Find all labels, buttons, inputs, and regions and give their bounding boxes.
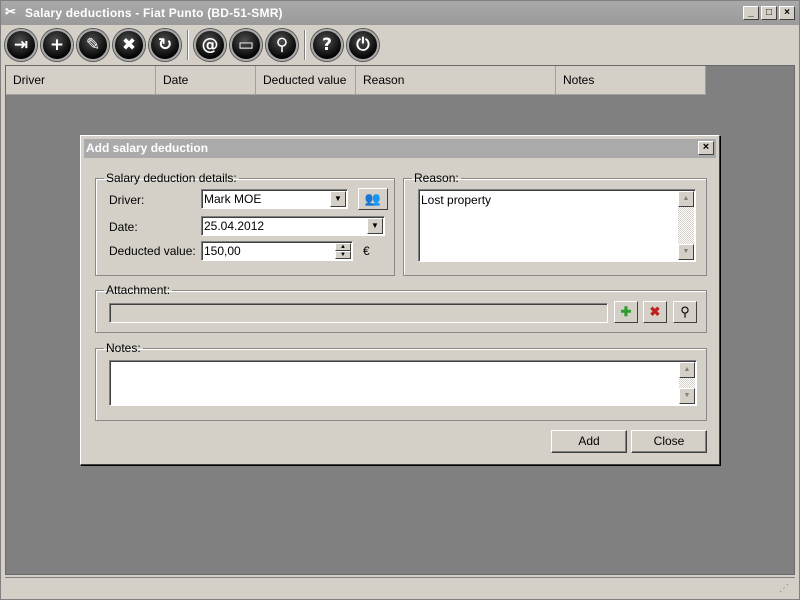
currency-label: € xyxy=(363,244,370,258)
attachment-field xyxy=(109,303,608,323)
window-title: Salary deductions - Fiat Punto (BD-51-SM… xyxy=(25,6,283,20)
question-icon: ? xyxy=(322,35,332,55)
x-icon: ✖ xyxy=(121,35,137,55)
title-bar[interactable]: ✂ Salary deductions - Fiat Punto (BD-51-… xyxy=(1,1,799,25)
add-attachment-button[interactable]: ✚ xyxy=(614,301,638,323)
exit-button[interactable]: ⇥ xyxy=(5,29,37,61)
remove-attachment-button[interactable]: ✖ xyxy=(643,301,667,323)
scroll-down-icon[interactable]: ▼ xyxy=(679,388,695,404)
resize-grip-icon[interactable]: ⋰ xyxy=(779,583,791,595)
toolbar-separator xyxy=(304,30,306,60)
minimize-button[interactable]: _ xyxy=(743,6,759,20)
plus-icon: + xyxy=(49,35,65,55)
close-button[interactable]: × xyxy=(779,6,795,20)
exit-door-icon: ⇥ xyxy=(13,35,29,55)
grid-header: Driver Date Deducted value Reason Notes xyxy=(6,66,706,95)
column-deducted-value[interactable]: Deducted value xyxy=(256,66,356,95)
power-button[interactable]: ⏻ xyxy=(347,29,379,61)
date-picker[interactable]: 25.04.2012 ▼ xyxy=(201,216,385,236)
toolbar: ⇥ + ✎ ✖ ↻ @ ▭ ⚲ ? ⏻ xyxy=(5,27,795,63)
reason-legend: Reason: xyxy=(414,171,459,185)
details-legend: Salary deduction details: xyxy=(106,171,237,185)
refresh-icon: ↻ xyxy=(157,35,173,55)
dialog-title: Add salary deduction xyxy=(86,141,209,155)
scroll-up-icon[interactable]: ▲ xyxy=(678,191,694,207)
printer-icon: ▭ xyxy=(237,35,255,55)
search-button[interactable]: ⚲ xyxy=(266,29,298,61)
notes-scrollbar[interactable]: ▲ ▼ xyxy=(679,362,695,404)
column-date[interactable]: Date xyxy=(156,66,256,95)
status-bar: ⋰ xyxy=(5,577,795,597)
maximize-button[interactable]: □ xyxy=(761,6,777,20)
deducted-value-stepper[interactable]: 150,00 ▲ ▼ xyxy=(201,241,353,261)
magnifier-icon: ⚲ xyxy=(680,304,690,319)
dialog-title-bar[interactable]: Add salary deduction × xyxy=(84,139,716,158)
chevron-down-icon[interactable]: ▼ xyxy=(367,218,383,234)
column-notes[interactable]: Notes xyxy=(556,66,706,95)
people-icon: 👥 xyxy=(364,191,382,206)
reason-value: Lost property xyxy=(421,193,492,207)
add-button[interactable]: + xyxy=(41,29,73,61)
pencil-icon: ✎ xyxy=(85,35,101,55)
view-attachment-button[interactable]: ⚲ xyxy=(673,301,697,323)
print-button[interactable]: ▭ xyxy=(230,29,262,61)
refresh-button[interactable]: ↻ xyxy=(149,29,181,61)
select-driver-button[interactable]: 👥 xyxy=(358,188,388,210)
add-button[interactable]: Add xyxy=(551,430,627,453)
magnifier-icon: ⚲ xyxy=(275,35,289,55)
delete-button[interactable]: ✖ xyxy=(113,29,145,61)
chevron-down-icon[interactable]: ▼ xyxy=(330,191,346,207)
notes-legend: Notes: xyxy=(106,341,141,355)
notes-textarea[interactable]: ▲ ▼ xyxy=(109,360,697,406)
help-button[interactable]: ? xyxy=(311,29,343,61)
driver-dropdown[interactable]: Mark MOE ▼ xyxy=(201,189,348,209)
driver-value: Mark MOE xyxy=(204,192,262,206)
reason-scrollbar[interactable]: ▲ ▼ xyxy=(678,191,694,260)
remove-file-icon: ✖ xyxy=(649,304,661,319)
reason-textarea[interactable]: Lost property ▲ ▼ xyxy=(418,189,696,262)
column-reason[interactable]: Reason xyxy=(356,66,556,95)
date-value: 25.04.2012 xyxy=(204,219,265,233)
edit-button[interactable]: ✎ xyxy=(77,29,109,61)
add-salary-deduction-dialog: Add salary deduction × Salary deduction … xyxy=(80,135,720,465)
dialog-close-button[interactable]: × xyxy=(698,141,714,155)
at-sign-icon: @ xyxy=(201,35,219,55)
close-dialog-button[interactable]: Close xyxy=(631,430,707,453)
power-icon: ⏻ xyxy=(356,35,370,55)
column-driver[interactable]: Driver xyxy=(6,66,156,95)
email-button[interactable]: @ xyxy=(194,29,226,61)
spin-up-icon[interactable]: ▲ xyxy=(335,243,351,251)
toolbar-separator xyxy=(187,30,189,60)
scroll-down-icon[interactable]: ▼ xyxy=(678,244,694,260)
scissors-icon: ✂ xyxy=(5,4,16,19)
window-controls: _ □ × xyxy=(743,6,795,20)
driver-label: Driver: xyxy=(109,193,145,207)
date-label: Date: xyxy=(109,220,138,234)
spin-down-icon[interactable]: ▼ xyxy=(335,251,351,259)
spin-buttons[interactable]: ▲ ▼ xyxy=(335,243,351,259)
scroll-up-icon[interactable]: ▲ xyxy=(679,362,695,378)
deducted-value: 150,00 xyxy=(204,244,241,258)
attachment-legend: Attachment: xyxy=(106,283,171,297)
deducted-value-label: Deducted value: xyxy=(109,244,196,258)
add-file-icon: ✚ xyxy=(620,304,632,319)
